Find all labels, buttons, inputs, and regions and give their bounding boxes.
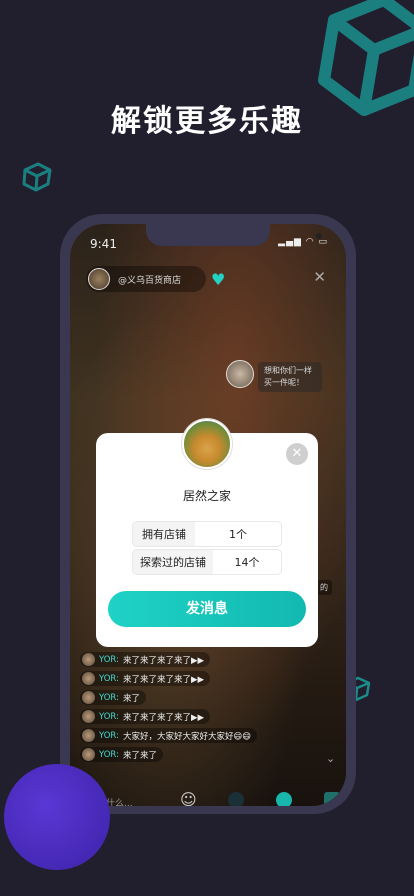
list-item: YOR: 来了来了来了来了▶▶ — [80, 650, 330, 669]
avatar — [82, 691, 95, 704]
profile-name: 居然之家 — [182, 489, 231, 503]
comment-bubble: 想和你们一样买一件呢！ — [258, 362, 322, 392]
cube-icon — [22, 162, 52, 192]
status-time: 9:41 — [90, 237, 117, 251]
smile-icon[interactable]: ☺ — [180, 790, 197, 806]
avatar — [88, 268, 110, 290]
list-item: YOR: 来了来了 — [80, 745, 330, 764]
send-message-button[interactable]: 发消息 — [108, 591, 306, 627]
avatar — [82, 672, 95, 685]
avatar — [82, 710, 95, 723]
chevron-down-icon[interactable]: ⌄ — [326, 752, 335, 765]
profile-card: ✕ 居然之家 拥有店铺 1个 探索过的店铺 14个 发消息 — [96, 419, 318, 647]
list-item: YOR: 来了来了来了来了▶▶ — [80, 669, 330, 688]
live-shop-name: @义乌百货商店 — [118, 275, 182, 286]
share-icon[interactable] — [228, 791, 245, 806]
chat-list: YOR: 来了来了来了来了▶▶ YOR: 来了来了来了来了▶▶ YOR: 来了 YOR… — [80, 650, 330, 764]
cube-icon — [318, 0, 414, 116]
stat-owned-shops: 拥有店铺 1个 — [132, 521, 282, 547]
status-icons: ▂▄▆ ◠ ▭ — [278, 237, 328, 247]
cart-icon[interactable] — [323, 791, 340, 806]
stat-explored-shops: 探索过的店铺 14个 — [132, 549, 282, 575]
close-icon[interactable]: ✕ — [313, 268, 326, 286]
bottom-toolbar: ☺ — [180, 790, 340, 806]
avatar — [82, 729, 95, 742]
list-item: YOR: 来了来了来了来了▶▶ — [80, 707, 330, 726]
gift-icon[interactable] — [276, 791, 293, 806]
avatar — [182, 419, 232, 469]
live-host-pill[interactable]: @义乌百货商店 — [86, 266, 206, 292]
close-icon[interactable]: ✕ — [286, 443, 308, 465]
list-item: YOR: 大家好，大家好大家好大家好😄😄 — [80, 726, 330, 745]
avatar — [82, 748, 95, 761]
decorative-circle — [4, 764, 110, 870]
heart-icon[interactable]: ♥ — [211, 270, 225, 289]
avatar — [82, 653, 95, 666]
phone-notch — [146, 224, 322, 246]
avatar — [226, 360, 254, 388]
side-comment-fragment: 的 — [316, 580, 332, 595]
list-item: YOR: 来了 — [80, 688, 330, 707]
